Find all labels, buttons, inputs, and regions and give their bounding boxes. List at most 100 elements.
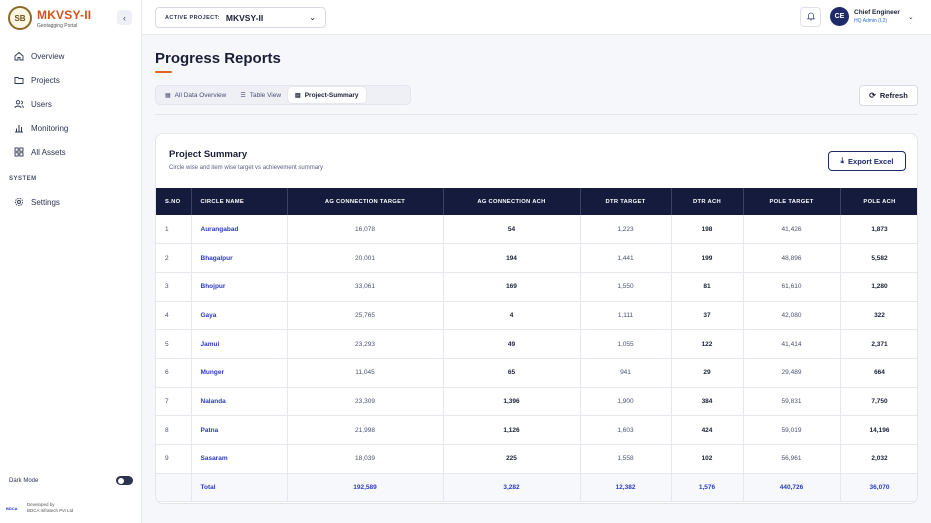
cell-circle-name[interactable]: Bhagalpur [191, 243, 288, 273]
sidebar-item-label: Projects [31, 75, 60, 85]
column-header[interactable]: POLE ACH [840, 188, 917, 215]
cell-ag-ach: 225 [443, 444, 581, 474]
cell-ag-ach: 4 [443, 301, 581, 331]
cell-circle-name[interactable]: Patna [191, 415, 288, 445]
cell-dtr-target: 1,111 [580, 301, 672, 331]
view-tabs: ▦ All Data Overview ☰ Table View ▤ Proje… [155, 85, 411, 105]
cell-pole-ach: 2,371 [840, 329, 917, 359]
cell-sno: 1 [156, 215, 192, 245]
sidebar-item-projects[interactable]: Projects [0, 70, 141, 90]
cell-pole-target: 41,414 [743, 329, 841, 359]
developer-line-2: BDCA Infratech Pvt Ltd [27, 508, 74, 513]
column-header[interactable]: AG CONNECTION ACH [443, 188, 581, 215]
developer-credit: BDCA Developed by BDCA Infratech Pvt Ltd [6, 502, 73, 514]
chevron-down-icon: ⌄ [907, 13, 914, 21]
table-row: 2 Bhagalpur 20,001 194 1,441 199 48,896 5,582 [156, 243, 917, 273]
cell-ag-target: 21,998 [287, 415, 444, 445]
list-icon: ☰ [240, 92, 246, 99]
cell-pole-ach: 14,196 [840, 415, 917, 445]
total-cell-dtr-ach: 1,576 [671, 473, 744, 503]
chevron-left-icon: ‹ [123, 12, 126, 23]
active-project-value: MKVSY-II [225, 12, 264, 23]
cell-dtr-target: 1,223 [580, 215, 672, 245]
cell-ag-ach: 49 [443, 329, 581, 359]
dark-mode-row: Dark Mode [9, 476, 133, 485]
card-title: Project Summary [169, 149, 248, 160]
cell-dtr-target: 941 [580, 358, 672, 388]
cell-ag-target: 33,061 [287, 272, 444, 302]
home-icon [13, 51, 24, 62]
cell-circle-name[interactable]: Munger [191, 358, 288, 388]
cell-sno: 8 [156, 415, 192, 445]
column-header[interactable]: S.NO [156, 188, 192, 215]
cell-ag-target: 16,078 [287, 215, 444, 245]
cell-ag-ach: 1,396 [443, 387, 581, 417]
cell-ag-ach: 1,126 [443, 415, 581, 445]
tab-table-view[interactable]: ☰ Table View [233, 87, 288, 103]
cell-pole-target: 56,961 [743, 444, 841, 474]
cell-circle-name[interactable]: Bhojpur [191, 272, 288, 302]
cell-circle-name[interactable]: Gaya [191, 301, 288, 331]
column-header[interactable]: AG CONNECTION TARGET [287, 188, 444, 215]
user-menu[interactable]: CE Chief Engineer HQ Admin (L2) ⌄ [830, 7, 914, 26]
topbar: ACTIVE PROJECT: MKVSY-II ⌄ CE Chief Engi… [142, 0, 931, 35]
export-excel-button[interactable]: ⤓ Export Excel [828, 151, 906, 171]
cell-pole-target: 61,610 [743, 272, 841, 302]
sidebar: SB MKVSY-II Geotagging Portal ‹ Overview… [0, 0, 142, 523]
sidebar-item-users[interactable]: Users [0, 94, 141, 114]
column-header[interactable]: DTR TARGET [580, 188, 672, 215]
cell-sno: 4 [156, 301, 192, 331]
tab-project-summary[interactable]: ▤ Project-Summary [288, 87, 366, 103]
cell-circle-name[interactable]: Aurangabad [191, 215, 288, 245]
users-icon [13, 99, 24, 110]
dark-mode-toggle[interactable] [116, 476, 133, 485]
cell-pole-target: 48,896 [743, 243, 841, 273]
column-header[interactable]: DTR ACH [671, 188, 744, 215]
collapse-sidebar-button[interactable]: ‹ [117, 10, 132, 25]
column-header[interactable]: POLE TARGET [743, 188, 841, 215]
bell-icon [806, 8, 816, 26]
brand[interactable]: SB MKVSY-II Geotagging Portal [8, 6, 91, 30]
cell-dtr-ach: 384 [671, 387, 744, 417]
sidebar-item-label: Monitoring [31, 123, 69, 133]
cell-dtr-ach: 102 [671, 444, 744, 474]
sidebar-item-monitoring[interactable]: Monitoring [0, 118, 141, 138]
cell-circle-name[interactable]: Nalanda [191, 387, 288, 417]
tab-label: Project-Summary [304, 91, 359, 99]
cell-ag-ach: 194 [443, 243, 581, 273]
tab-label: All Data Overview [174, 91, 227, 99]
avatar: CE [830, 7, 849, 26]
sidebar-item-all-assets[interactable]: All Assets [0, 142, 141, 162]
notifications-button[interactable] [800, 7, 821, 27]
bar-chart-icon [13, 123, 24, 134]
cell-pole-target: 42,080 [743, 301, 841, 331]
total-cell-ag-ach: 3,282 [443, 473, 581, 503]
sidebar-item-overview[interactable]: Overview [0, 46, 141, 66]
refresh-button[interactable]: ⟳ Refresh [859, 85, 918, 106]
sidebar-item-label: All Assets [31, 147, 66, 157]
grid-icon [13, 147, 24, 158]
cell-pole-ach: 1,873 [840, 215, 917, 245]
column-header[interactable]: CIRCLE NAME [191, 188, 288, 215]
summary-table: S.NO CIRCLE NAME AG CONNECTION TARGET AG… [156, 188, 917, 503]
total-cell-pole-ach: 36,070 [840, 473, 917, 503]
table-row: 4 Gaya 25,765 4 1,111 37 42,080 322 [156, 301, 917, 331]
cell-ag-target: 18,039 [287, 444, 444, 474]
cell-circle-name[interactable]: Sasaram [191, 444, 288, 474]
grid-icon: ▦ [165, 92, 171, 99]
sidebar-item-settings[interactable]: Settings [0, 192, 141, 212]
table-header-row: S.NO CIRCLE NAME AG CONNECTION TARGET AG… [156, 188, 917, 215]
cell-sno: 2 [156, 243, 192, 273]
chevron-down-icon: ⌄ [309, 13, 316, 22]
table-row: 5 Jamui 23,293 49 1,055 122 41,414 2,371 [156, 329, 917, 359]
cell-circle-name[interactable]: Jamui [191, 329, 288, 359]
tab-all-data-overview[interactable]: ▦ All Data Overview [158, 87, 233, 103]
export-label: Export Excel [848, 156, 894, 166]
cell-pole-ach: 2,032 [840, 444, 917, 474]
table-total-row: Total 192,589 3,282 12,382 1,576 440,726 36,07… [156, 473, 917, 503]
table-row: 9 Sasaram 18,039 225 1,558 102 56,961 2,032 [156, 444, 917, 474]
active-project-select[interactable]: ACTIVE PROJECT: MKVSY-II ⌄ [155, 7, 326, 28]
cell-dtr-target: 1,441 [580, 243, 672, 273]
table-row: 6 Munger 11,045 65 941 29 29,489 664 [156, 358, 917, 388]
cell-ag-ach: 54 [443, 215, 581, 245]
